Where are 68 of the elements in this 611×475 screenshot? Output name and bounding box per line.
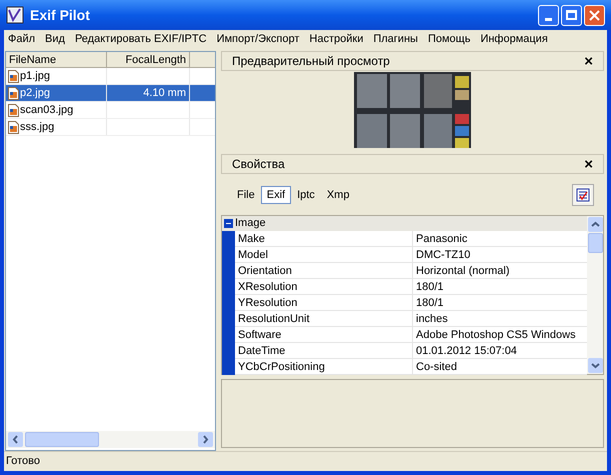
image-file-icon — [8, 120, 19, 134]
minimize-button[interactable] — [538, 4, 559, 26]
property-value: DMC-TZ10 — [413, 247, 587, 263]
checklist-icon — [576, 188, 590, 202]
menu-item[interactable]: Файл — [8, 30, 36, 48]
group-name: Image — [235, 216, 266, 232]
maximize-button[interactable] — [561, 4, 582, 26]
menu-item[interactable]: Плагины — [373, 30, 418, 48]
image-file-icon — [8, 104, 19, 116]
scroll-thumb[interactable] — [25, 432, 99, 447]
menu-item[interactable]: Редактировать EXIF/IPTC — [74, 30, 207, 48]
close-button[interactable] — [584, 4, 605, 26]
scroll-thumb[interactable] — [588, 233, 602, 253]
menu-item[interactable]: Настройки — [309, 30, 364, 48]
window-title: Exif Pilot — [30, 6, 90, 24]
file-row[interactable]: sss.jpg — [6, 119, 215, 136]
image-file-icon — [8, 86, 19, 100]
status-text: Готово — [6, 454, 40, 470]
scroll-left-icon[interactable] — [8, 432, 23, 447]
close-icon — [589, 10, 600, 20]
property-name: YCbCrPositioning — [235, 359, 413, 375]
property-name: Orientation — [235, 263, 413, 279]
file-row[interactable]: scan03.jpg — [6, 102, 215, 119]
property-value: Co-sited — [413, 359, 587, 375]
property-value: 01.01.2012 15:07:04 — [413, 343, 587, 359]
menu-item[interactable]: Помощь — [428, 30, 470, 48]
horizontal-scrollbar[interactable] — [6, 431, 215, 448]
property-value: 180/1 — [413, 295, 587, 311]
file-name: sss.jpg — [20, 120, 54, 135]
panel-title: Свойства — [232, 156, 285, 173]
group-row[interactable]: Image — [222, 216, 587, 231]
file-name: scan03.jpg — [20, 102, 74, 118]
property-value: Panasonic — [413, 231, 587, 247]
file-row[interactable]: p2.jpg 4.10 mm — [6, 85, 215, 102]
tab[interactable]: Xmp — [320, 186, 356, 204]
file-name: p2.jpg — [20, 86, 50, 101]
property-value: 180/1 — [413, 279, 587, 295]
close-button[interactable]: × — [584, 156, 593, 172]
property-name: DateTime — [235, 343, 413, 359]
collapse-icon[interactable] — [224, 219, 233, 228]
menu-item[interactable]: Вид — [45, 30, 65, 48]
menu-item[interactable]: Информация — [480, 30, 548, 48]
scroll-down-icon[interactable] — [588, 358, 602, 373]
scroll-right-icon[interactable] — [198, 432, 213, 447]
tab[interactable]: File — [231, 186, 261, 204]
scroll-up-icon[interactable] — [588, 217, 602, 232]
file-name: p1.jpg — [20, 68, 50, 84]
panel-title: Предварительный просмотр — [232, 53, 390, 70]
vertical-scrollbar[interactable] — [587, 216, 603, 374]
close-button[interactable]: × — [584, 54, 593, 68]
property-name: Model — [235, 247, 413, 263]
property-name: YResolution — [235, 295, 413, 311]
column-header[interactable]: FileName — [6, 52, 107, 67]
property-name: Software — [235, 327, 413, 343]
property-value: Adobe Photoshop CS5 Windows — [413, 327, 587, 343]
image-file-icon — [8, 70, 19, 82]
app-icon — [6, 6, 24, 24]
property-name: ResolutionUnit — [235, 311, 413, 327]
property-value: Horizontal (normal) — [413, 263, 587, 279]
tab[interactable]: Exif — [260, 186, 292, 204]
menu-item[interactable]: Импорт/Экспорт — [216, 30, 300, 48]
property-value: inches — [413, 311, 587, 327]
checklist-button[interactable] — [572, 184, 594, 206]
property-name: XResolution — [235, 279, 413, 295]
property-name: Make — [235, 231, 413, 247]
tab[interactable]: Iptc — [291, 186, 321, 204]
focal-length: 4.10 mm — [143, 86, 186, 101]
column-header[interactable]: FocalLength — [107, 52, 190, 67]
